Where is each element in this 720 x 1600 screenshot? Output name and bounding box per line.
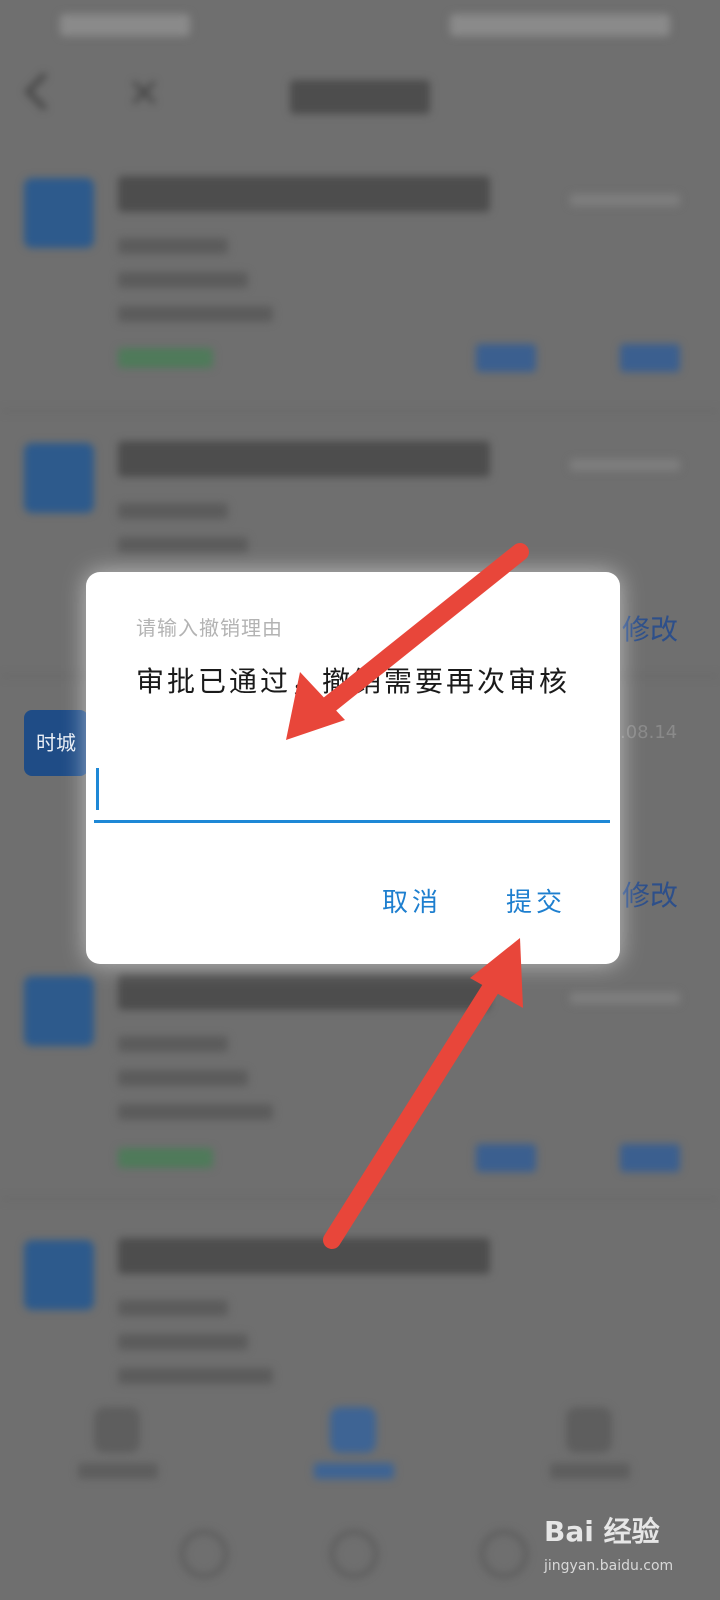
app-icon: [24, 178, 94, 248]
item-detail: [118, 503, 228, 519]
recent-nav-icon[interactable]: [480, 1530, 528, 1578]
page-title: [290, 80, 430, 114]
item-date: [570, 194, 680, 206]
signal-indicator: [60, 14, 190, 36]
home-nav-icon[interactable]: [330, 1530, 378, 1578]
back-icon[interactable]: [24, 72, 63, 111]
tab-home-icon[interactable]: [94, 1407, 140, 1453]
item-date: [570, 459, 680, 471]
edit-button[interactable]: 修改: [622, 608, 678, 648]
item-detail: [118, 1036, 228, 1052]
edit-button[interactable]: 修改: [622, 874, 678, 914]
watermark-url: jingyan.baidu.com: [544, 1558, 674, 1574]
screen: ✕ 修改 修改 时城 .08.14 请输入撤销理由 审批已通过，撤销需要再次审核…: [0, 0, 720, 1600]
tab-label: [550, 1463, 630, 1479]
revoke-button[interactable]: [476, 1144, 536, 1172]
item-title: [118, 974, 490, 1010]
back-nav-icon[interactable]: [180, 1530, 228, 1578]
item-title: [118, 1238, 490, 1274]
close-icon[interactable]: ✕: [122, 72, 166, 116]
item-title: [118, 441, 490, 477]
item-title: [118, 176, 490, 212]
navbar: ✕: [0, 60, 720, 130]
tab-bar: [0, 1395, 720, 1495]
cancel-button[interactable]: 取消: [382, 882, 442, 919]
item-detail: [118, 272, 248, 288]
tab-approval-icon[interactable]: [330, 1407, 376, 1453]
list-item[interactable]: [0, 160, 720, 412]
item-detail: [118, 1070, 248, 1086]
reason-input[interactable]: [94, 762, 610, 823]
item-date: [570, 992, 680, 1004]
item-detail: [118, 306, 273, 322]
app-icon: [24, 1240, 94, 1310]
status-bar: [0, 0, 720, 48]
item-detail: [118, 1300, 228, 1316]
item-date: .08.14: [620, 722, 678, 743]
item-detail: [118, 1368, 273, 1384]
list-item[interactable]: [0, 958, 720, 1200]
edit-button[interactable]: [620, 344, 680, 372]
revoke-reason-dialog: 请输入撤销理由 审批已通过，撤销需要再次审核 取消 提交: [86, 572, 620, 964]
status-badge: [118, 1148, 213, 1168]
tab-label: [314, 1463, 394, 1479]
status-badge: [118, 348, 213, 368]
item-detail: [118, 537, 248, 553]
app-icon: [24, 976, 94, 1046]
dialog-hint: 请输入撤销理由: [136, 616, 283, 640]
battery-time-indicator: [450, 14, 670, 36]
baidu-jingyan-watermark: Bai 经验 jingyan.baidu.com: [544, 1490, 704, 1590]
app-icon: [24, 443, 94, 513]
list-item[interactable]: [0, 1222, 720, 1392]
tab-label: [78, 1463, 158, 1479]
edit-button[interactable]: [620, 1144, 680, 1172]
dialog-message: 审批已通过，撤销需要再次审核: [136, 665, 571, 698]
item-detail: [118, 1334, 248, 1350]
tab-profile-icon[interactable]: [566, 1407, 612, 1453]
revoke-button[interactable]: [476, 344, 536, 372]
app-icon-label: 时城: [24, 710, 88, 776]
watermark-logo-text: Bai 经验: [544, 1515, 660, 1548]
item-detail: [118, 1104, 273, 1120]
text-caret: [96, 768, 99, 810]
submit-button[interactable]: 提交: [506, 882, 566, 919]
item-detail: [118, 238, 228, 254]
